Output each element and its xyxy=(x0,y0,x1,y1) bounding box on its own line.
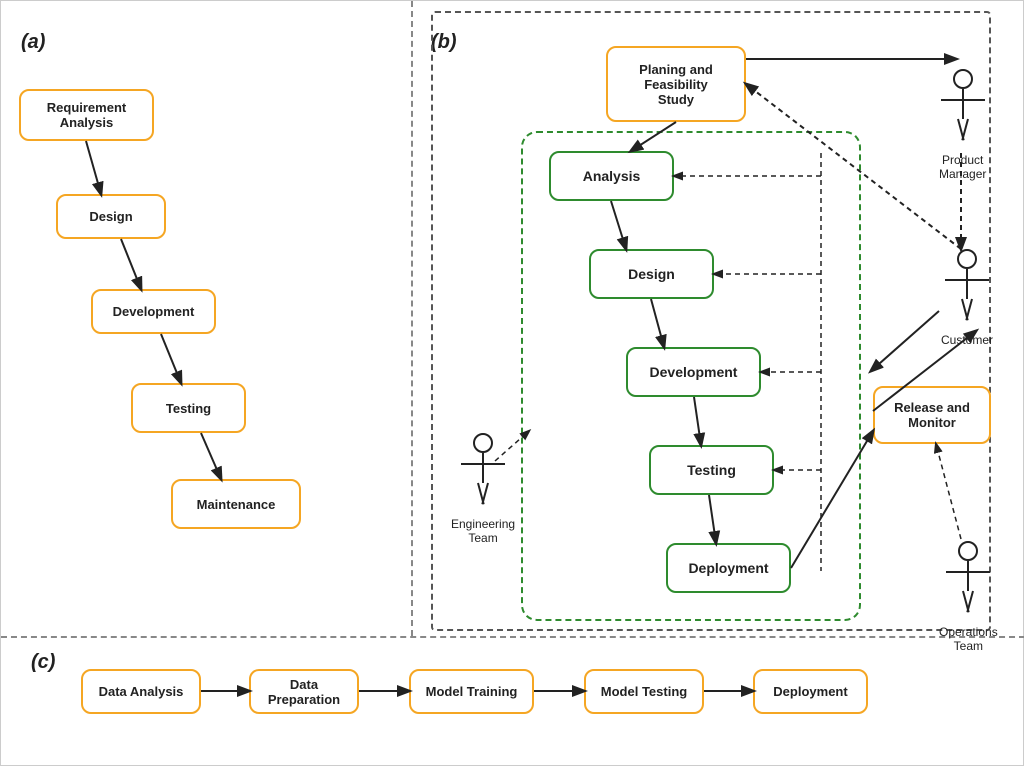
customer-head xyxy=(957,249,977,269)
eng-team-figure: EngineeringTeam xyxy=(451,433,515,545)
deployment-box-b: Deployment xyxy=(666,543,791,593)
section-c-label: (c) xyxy=(31,651,55,674)
model-training-box: Model Training xyxy=(409,669,534,714)
testing-box-b: Testing xyxy=(649,445,774,495)
h-divider xyxy=(1,636,1024,638)
req-analysis-box: RequirementAnalysis xyxy=(19,89,154,141)
design-box-b: Design xyxy=(589,249,714,299)
eng-team-head xyxy=(473,433,493,453)
v-divider xyxy=(411,1,413,636)
deployment-box-c: Deployment xyxy=(753,669,868,714)
ops-team-figure: OperationsTeam xyxy=(939,541,998,653)
product-manager-body xyxy=(941,89,985,149)
customer-figure: Customer xyxy=(941,249,993,347)
main-diagram: (a) (b) (c) RequirementAnalysis Design D… xyxy=(0,0,1024,766)
customer-label: Customer xyxy=(941,333,993,347)
maintenance-box-a: Maintenance xyxy=(171,479,301,529)
ops-team-head xyxy=(958,541,978,561)
testing-box-a: Testing xyxy=(131,383,246,433)
design-box-a: Design xyxy=(56,194,166,239)
model-testing-box: Model Testing xyxy=(584,669,704,714)
data-prep-box: DataPreparation xyxy=(249,669,359,714)
planning-box: Planing andFeasibilityStudy xyxy=(606,46,746,122)
analysis-box-b: Analysis xyxy=(549,151,674,201)
release-monitor-box: Release andMonitor xyxy=(873,386,991,444)
ops-team-label: OperationsTeam xyxy=(939,625,998,653)
product-manager-figure: ProductManager xyxy=(939,69,986,181)
development-box-a: Development xyxy=(91,289,216,334)
development-box-b: Development xyxy=(626,347,761,397)
data-analysis-box: Data Analysis xyxy=(81,669,201,714)
product-manager-label: ProductManager xyxy=(939,153,986,181)
section-a-label: (a) xyxy=(21,31,45,54)
product-manager-head xyxy=(953,69,973,89)
eng-team-label: EngineeringTeam xyxy=(451,517,515,545)
